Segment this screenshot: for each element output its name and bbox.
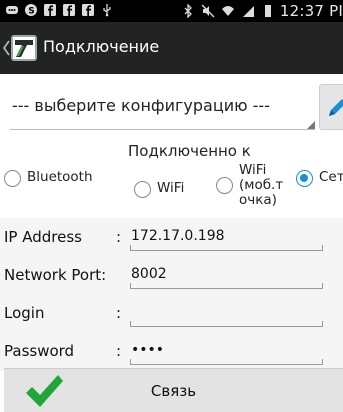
radio-button-icon — [216, 177, 233, 194]
radio-label: Bluetooth — [27, 169, 93, 185]
ip-row: IP Address : 172.17.0.198 — [0, 218, 343, 255]
status-bar: S 12:37 PI — [0, 0, 343, 22]
ip-input[interactable]: 172.17.0.198 — [130, 221, 323, 251]
colon: : — [116, 304, 122, 322]
page-title: Подключение — [43, 37, 160, 56]
edit-config-button[interactable] — [319, 84, 343, 130]
login-row: Login : — [0, 294, 343, 331]
facebook-icon — [42, 2, 58, 18]
notification-icons: S — [4, 2, 115, 18]
password-value: •••• — [131, 342, 165, 358]
colon: : — [116, 342, 122, 360]
radio-label: Сет — [319, 169, 343, 185]
password-label: Password — [4, 342, 75, 360]
wifi-icon — [220, 3, 236, 19]
radio-label: WiFi (моб.т очка) — [239, 162, 284, 208]
port-input[interactable]: 8002 — [130, 259, 323, 289]
bluetooth-icon — [180, 3, 196, 19]
radio-button-checked-icon — [296, 170, 313, 187]
ip-value: 172.17.0.198 — [131, 228, 225, 244]
port-value: 8002 — [131, 266, 167, 282]
radio-button-icon — [134, 181, 151, 198]
app-logo[interactable] — [11, 35, 37, 61]
radio-label: WiFi — [157, 180, 185, 196]
login-input[interactable] — [130, 297, 323, 327]
clock: 12:37 PI — [279, 2, 343, 20]
radio-bluetooth[interactable]: Bluetooth — [4, 170, 93, 187]
signal-icon — [240, 3, 256, 19]
pencil-icon — [329, 99, 343, 116]
radio-network[interactable]: Сет — [296, 170, 343, 187]
colon: : — [116, 228, 122, 246]
usb-icon — [99, 2, 115, 18]
skype-icon: S — [23, 2, 39, 18]
action-bar: Подключение — [0, 22, 343, 74]
config-select[interactable]: --- выберите конфигурацию --- — [10, 86, 315, 130]
mute-icon — [200, 3, 216, 19]
battery-icon — [260, 3, 276, 19]
port-label: Network Port: — [4, 266, 107, 284]
password-row: Password : •••• — [0, 332, 343, 369]
connect-button[interactable]: Связь — [4, 368, 343, 412]
port-row: Network Port: 8002 — [0, 256, 343, 293]
bbm-icon — [4, 2, 20, 18]
radio-button-icon — [4, 170, 21, 187]
dropdown-corner-icon — [307, 121, 315, 129]
ip-label: IP Address — [4, 228, 82, 246]
svg-text:S: S — [28, 7, 34, 17]
system-icons: 12:37 PI — [180, 2, 343, 20]
connection-form: IP Address : 172.17.0.198 Network Port: … — [0, 218, 343, 371]
radio-wifi[interactable]: WiFi — [134, 181, 184, 198]
connect-button-label: Связь — [150, 382, 197, 400]
login-label: Login — [4, 304, 45, 322]
radio-wifi-hotspot[interactable]: WiFi (моб.т очка) — [216, 163, 283, 208]
password-input[interactable]: •••• — [130, 335, 323, 365]
back-chevron-icon[interactable] — [2, 39, 10, 57]
facebook-icon — [80, 2, 96, 18]
facebook-icon — [61, 2, 77, 18]
config-select-value: --- выберите конфигурацию --- — [12, 96, 270, 115]
connection-type-label: Подключенно к — [128, 142, 251, 160]
